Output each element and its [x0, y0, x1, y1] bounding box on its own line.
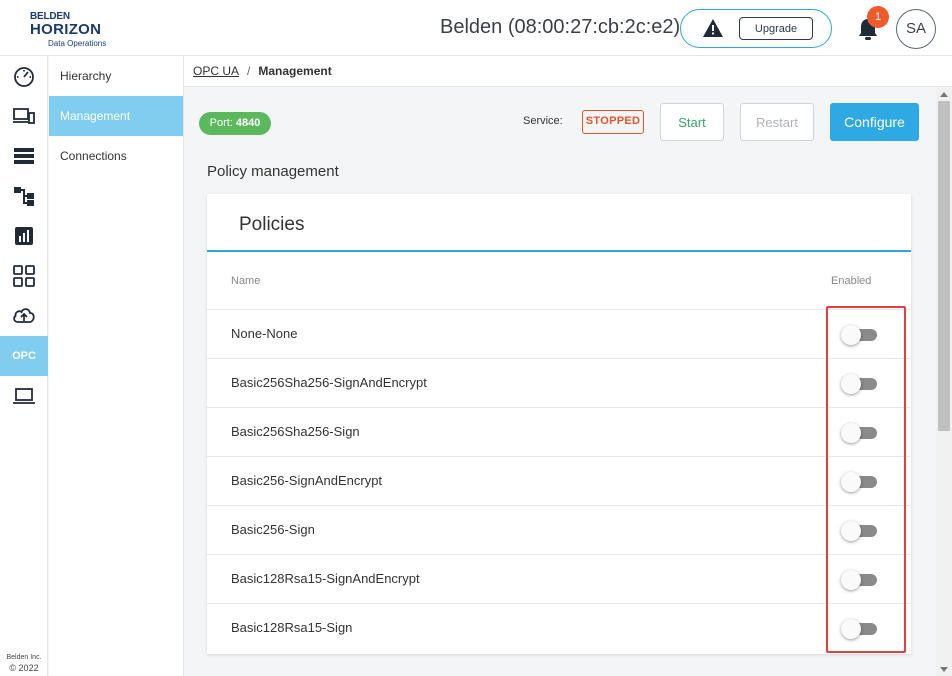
cloud-upload-icon [13, 308, 35, 323]
rail-opc-label: OPC [12, 350, 36, 362]
footer-company: Belden Inc. [6, 654, 42, 661]
subnav-item-management[interactable]: Management [49, 96, 183, 136]
icon-rail: OPC Belden Inc. © 2022 [0, 56, 48, 676]
subnav-item-hierarchy[interactable]: Hierarchy [49, 56, 183, 96]
start-button[interactable]: Start [660, 103, 724, 141]
rail-item-devices[interactable] [0, 96, 48, 136]
analytics-chart-icon [15, 227, 33, 245]
policy-enabled-toggle[interactable] [841, 325, 877, 345]
policy-enabled-toggle[interactable] [841, 423, 877, 443]
rail-item-hierarchy[interactable] [0, 176, 48, 216]
port-label: Port: [209, 117, 233, 129]
policy-enabled-toggle[interactable] [841, 570, 877, 590]
subnav-item-connections[interactable]: Connections [49, 136, 183, 176]
toggle-knob [841, 521, 861, 541]
policy-row: Basic128Rsa15-Sign [207, 603, 911, 652]
toggle-knob [841, 619, 861, 639]
rail-item-opc[interactable]: OPC [0, 336, 48, 376]
belden-horizon-logo[interactable]: BELDEN HORIZON Data Operations [28, 10, 118, 48]
rail-item-analytics[interactable] [0, 216, 48, 256]
logo-line3: Data Operations [48, 39, 107, 48]
policy-name: Basic128Rsa15-Sign [231, 620, 353, 635]
policy-row: None-None [207, 309, 911, 358]
breadcrumb-separator: / [247, 64, 251, 78]
rail-item-servers[interactable] [0, 136, 48, 176]
card-title-divider [207, 250, 911, 252]
devices-icon [13, 108, 35, 124]
policy-row: Basic256Sha256-Sign [207, 407, 911, 456]
policies-card: Policies Name Enabled None-None Basic256… [207, 194, 911, 654]
policy-enabled-toggle[interactable] [841, 521, 877, 541]
breadcrumb-opc-ua-link[interactable]: OPC UA [193, 64, 239, 78]
policy-enabled-toggle[interactable] [841, 472, 877, 492]
vertical-scrollbar[interactable] [936, 87, 952, 676]
opc-subnav: Hierarchy Management Connections [49, 56, 184, 676]
rail-item-apps[interactable] [0, 256, 48, 296]
policy-name: Basic256Sha256-Sign [231, 424, 360, 439]
copyright-footer: Belden Inc. © 2022 [0, 652, 48, 674]
rail-item-laptop[interactable] [0, 376, 48, 416]
scrollbar-thumb[interactable] [938, 101, 950, 431]
scroll-up-arrow-icon[interactable] [940, 92, 948, 97]
policy-name: Basic256-SignAndEncrypt [231, 473, 383, 488]
top-header: BELDEN HORIZON Data Operations Belden (0… [0, 0, 952, 56]
policy-name: None-None [231, 326, 298, 341]
toggle-knob [841, 325, 861, 345]
configure-button[interactable]: Configure [830, 103, 919, 141]
column-header-enabled: Enabled [831, 275, 872, 287]
policy-name: Basic256Sha256-SignAndEncrypt [231, 375, 427, 390]
column-header-name: Name [231, 275, 261, 287]
policy-row: Basic256Sha256-SignAndEncrypt [207, 358, 911, 407]
toggle-knob [841, 472, 861, 492]
policy-enabled-toggle[interactable] [841, 374, 877, 394]
policy-row: Basic256-Sign [207, 505, 911, 554]
footer-year: © 2022 [9, 663, 39, 673]
breadcrumb: OPC UA / Management [184, 56, 952, 87]
upgrade-banner: Upgrade [680, 9, 832, 48]
policy-name: Basic256-Sign [231, 522, 315, 537]
toggle-knob [841, 423, 861, 443]
dashboard-gauge-icon [14, 67, 34, 87]
logo-line2: HORIZON [30, 21, 102, 38]
server-list-icon [14, 148, 34, 164]
port-value: 4840 [235, 117, 261, 129]
service-status-badge: STOPPED [582, 110, 644, 134]
rail-item-dashboard[interactable] [0, 56, 48, 96]
hierarchy-tree-icon [14, 187, 34, 206]
toggle-knob [841, 570, 861, 590]
user-avatar[interactable]: SA [896, 9, 936, 49]
port-badge: Port: 4840 [199, 112, 271, 135]
warning-icon [703, 19, 723, 37]
section-title: Policy management [207, 163, 339, 180]
toggle-knob [841, 374, 861, 394]
upgrade-button[interactable]: Upgrade [739, 17, 813, 40]
apps-grid-icon [13, 265, 35, 287]
policy-name: Basic128Rsa15-SignAndEncrypt [231, 571, 420, 586]
notification-count-badge: 1 [867, 6, 889, 28]
service-label: Service: [523, 115, 563, 127]
breadcrumb-current: Management [258, 64, 332, 78]
laptop-icon [13, 388, 35, 404]
policy-enabled-toggle[interactable] [841, 619, 877, 639]
policy-row: Basic256-SignAndEncrypt [207, 456, 911, 505]
policies-card-title: Policies [239, 214, 305, 235]
scroll-down-arrow-icon[interactable] [940, 667, 948, 672]
rail-item-cloud[interactable] [0, 296, 48, 336]
policy-row: Basic128Rsa15-SignAndEncrypt [207, 554, 911, 603]
device-title: Belden (08:00:27:cb:2c:e2) [440, 16, 681, 38]
restart-button[interactable]: Restart [740, 103, 814, 141]
